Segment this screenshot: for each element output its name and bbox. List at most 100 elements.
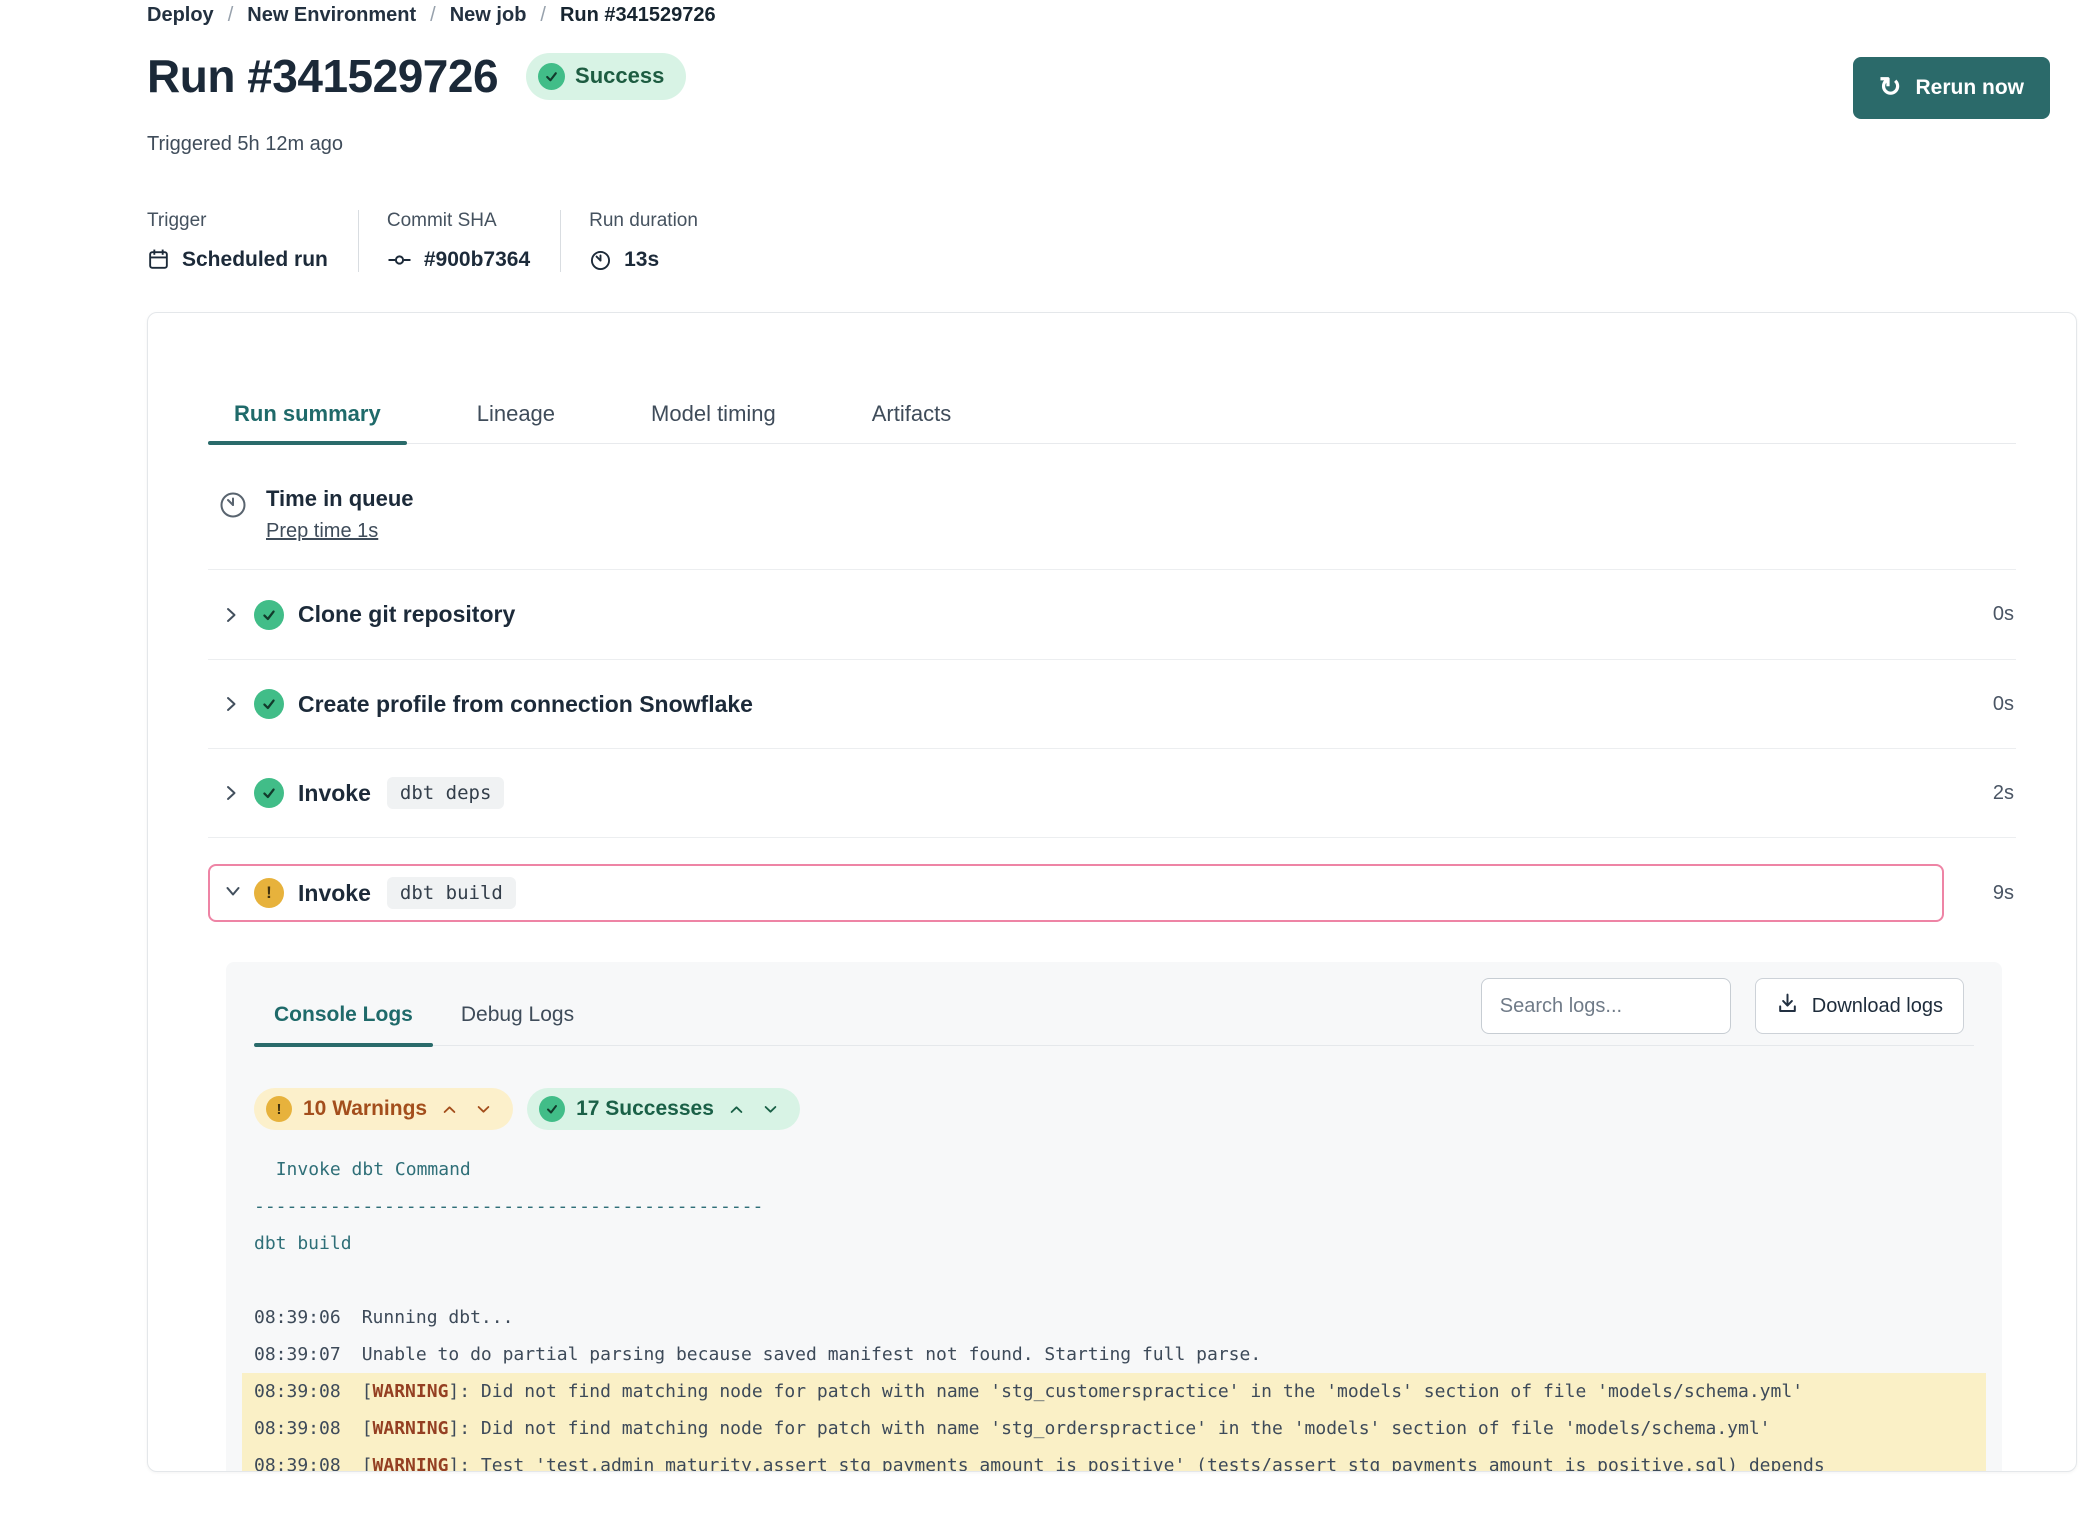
meta-trigger-value: Scheduled run	[182, 248, 328, 272]
breadcrumb-run: Run #341529726	[560, 4, 716, 27]
time-in-queue-section: Time in queue Prep time 1s	[208, 444, 2016, 570]
step-command-chip: dbt build	[387, 877, 516, 909]
step-duration: 2s	[1962, 782, 2014, 805]
warnings-count: 10 Warnings	[303, 1097, 427, 1121]
logs-tabs: Console Logs Debug Logs	[254, 1003, 594, 1045]
time-in-queue-title: Time in queue	[266, 486, 414, 512]
warnings-badge[interactable]: ! 10 Warnings	[254, 1088, 513, 1130]
tab-console-logs[interactable]: Console Logs	[254, 1003, 433, 1045]
log-warning-line: 08:39:08[WARNING]: Did not find matching…	[242, 1410, 1986, 1447]
chevron-right-icon[interactable]	[220, 604, 244, 626]
log-timestamp: 08:39:08	[254, 1418, 341, 1439]
chevron-up-icon[interactable]	[438, 1101, 461, 1118]
rerun-now-label: Rerun now	[1916, 76, 2025, 100]
chevron-down-icon[interactable]	[759, 1101, 782, 1118]
chevron-down-icon[interactable]	[222, 880, 244, 907]
meta-duration: Run duration 13s	[560, 210, 728, 272]
step-invoke-dbt-deps[interactable]: Invoke dbt deps 2s	[208, 748, 2016, 837]
log-timestamp: 08:39:08	[254, 1381, 341, 1402]
step-label: Invoke	[298, 780, 371, 807]
status-badge-label: Success	[575, 63, 664, 89]
warning-level-label: WARNING	[373, 1455, 449, 1472]
logs-controls: Download logs	[1481, 978, 1964, 1034]
step-create-profile[interactable]: Create profile from connection Snowflake…	[208, 659, 2016, 748]
tab-lineage[interactable]: Lineage	[451, 401, 581, 443]
clock-icon	[589, 249, 612, 272]
refresh-icon: ↻	[1879, 74, 1902, 101]
breadcrumb-separator: /	[430, 4, 436, 27]
step-duration: 9s	[1962, 882, 2014, 905]
warning-icon: !	[266, 1096, 292, 1122]
success-check-icon	[254, 689, 284, 719]
tab-artifacts[interactable]: Artifacts	[846, 401, 977, 443]
run-metadata: Trigger Scheduled run Commit SHA #900b73…	[147, 210, 2077, 272]
successes-count: 17 Successes	[576, 1097, 714, 1121]
log-line: dbt build	[254, 1225, 1974, 1262]
download-icon	[1776, 992, 1799, 1021]
warning-icon: !	[254, 878, 284, 908]
calendar-icon	[147, 248, 170, 272]
triggered-timestamp: Triggered 5h 12m ago	[147, 133, 2077, 156]
run-detail-page: Deploy / New Environment / New job / Run…	[0, 0, 2090, 1472]
log-line: ----------------------------------------…	[254, 1188, 1974, 1225]
logs-header: Console Logs Debug Logs Download logs	[254, 962, 1974, 1046]
step-label: Clone git repository	[298, 601, 515, 628]
log-line: Invoke dbt Command	[254, 1151, 1974, 1188]
breadcrumb-separator: /	[540, 4, 546, 27]
breadcrumb: Deploy / New Environment / New job / Run…	[147, 4, 2077, 27]
logs-panel: Console Logs Debug Logs Download logs !	[226, 962, 2002, 1472]
download-logs-label: Download logs	[1812, 995, 1943, 1018]
step-invoke-dbt-build-wrap: ! Invoke dbt build 9s	[208, 837, 2016, 962]
meta-commit-label: Commit SHA	[387, 210, 530, 232]
step-invoke-dbt-build[interactable]: ! Invoke dbt build	[208, 864, 1944, 922]
status-badge: Success	[526, 53, 686, 100]
breadcrumb-environment[interactable]: New Environment	[247, 4, 416, 27]
meta-commit-value: #900b7364	[424, 248, 530, 272]
breadcrumb-deploy[interactable]: Deploy	[147, 4, 214, 27]
prep-time-link[interactable]: Prep time 1s	[266, 520, 378, 543]
meta-trigger: Trigger Scheduled run	[147, 210, 358, 272]
tab-debug-logs[interactable]: Debug Logs	[441, 1003, 594, 1045]
log-timestamp: 08:39:08	[254, 1455, 341, 1472]
title-row: Run #341529726 Success ↻ Rerun now	[147, 49, 2077, 119]
success-check-icon	[539, 1096, 565, 1122]
tab-model-timing[interactable]: Model timing	[625, 401, 802, 443]
successes-badge[interactable]: 17 Successes	[527, 1088, 800, 1130]
log-line: 08:39:07Unable to do partial parsing bec…	[254, 1336, 1974, 1373]
log-warning-line: 08:39:08[WARNING]: Did not find matching…	[242, 1373, 1986, 1410]
breadcrumb-separator: /	[228, 4, 234, 27]
page-title: Run #341529726	[147, 49, 498, 103]
commit-icon	[387, 249, 412, 271]
chevron-right-icon[interactable]	[220, 782, 244, 804]
chevron-down-icon[interactable]	[472, 1101, 495, 1118]
run-summary-card: Run summary Lineage Model timing Artifac…	[147, 312, 2077, 1472]
success-check-icon	[538, 63, 565, 90]
log-warning-line: 08:39:08[WARNING]: Test 'test.admin_matu…	[242, 1447, 1986, 1472]
log-blank-line	[254, 1262, 1974, 1299]
step-duration: 0s	[1962, 693, 2014, 716]
log-output: Invoke dbt Command ---------------------…	[254, 1151, 1974, 1472]
step-label: Invoke	[298, 880, 371, 907]
warning-level-label: WARNING	[373, 1418, 449, 1439]
log-line: 08:39:06Running dbt...	[254, 1299, 1974, 1336]
queue-clock-icon	[218, 490, 248, 543]
run-tabs: Run summary Lineage Model timing Artifac…	[208, 401, 2016, 444]
search-logs-input[interactable]	[1481, 978, 1731, 1034]
step-label: Create profile from connection Snowflake	[298, 691, 753, 718]
step-clone-git-repository[interactable]: Clone git repository 0s	[208, 570, 2016, 659]
download-logs-button[interactable]: Download logs	[1755, 978, 1964, 1034]
step-duration: 0s	[1962, 603, 2014, 626]
log-timestamp: 08:39:07	[254, 1344, 341, 1365]
meta-duration-value: 13s	[624, 248, 659, 272]
rerun-now-button[interactable]: ↻ Rerun now	[1853, 57, 2050, 119]
step-command-chip: dbt deps	[387, 777, 505, 809]
warning-level-label: WARNING	[373, 1381, 449, 1402]
tab-run-summary[interactable]: Run summary	[208, 401, 407, 443]
breadcrumb-job[interactable]: New job	[450, 4, 527, 27]
meta-trigger-label: Trigger	[147, 210, 328, 232]
success-check-icon	[254, 600, 284, 630]
chevron-right-icon[interactable]	[220, 693, 244, 715]
meta-commit: Commit SHA #900b7364	[358, 210, 560, 272]
log-filter-badges: ! 10 Warnings 17 Successes	[254, 1088, 1974, 1130]
chevron-up-icon[interactable]	[725, 1101, 748, 1118]
